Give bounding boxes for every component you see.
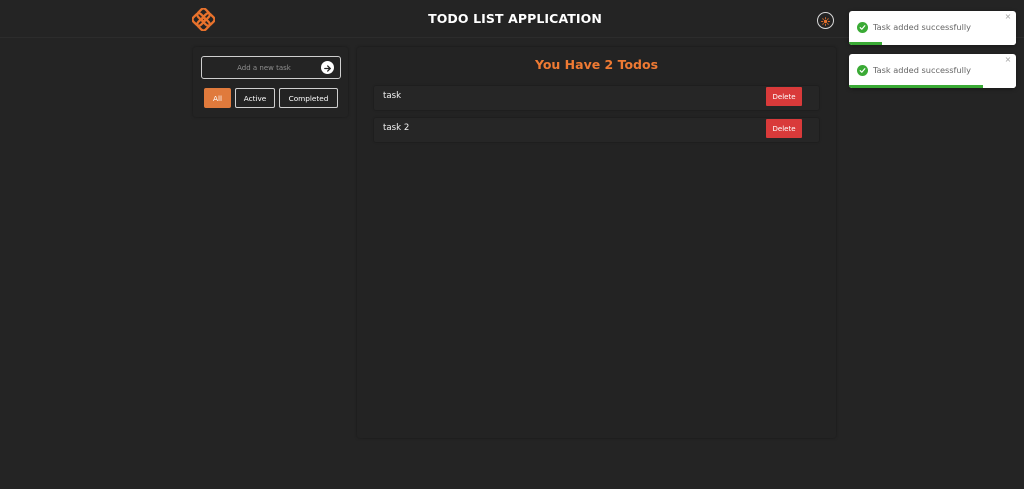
close-icon[interactable]: × (1004, 56, 1012, 64)
toast-progress-bar (849, 85, 983, 88)
todo-item[interactable]: task Delete (374, 86, 819, 110)
check-circle-icon (857, 65, 868, 76)
control-panel: All Active Completed (193, 47, 348, 117)
toast-notification[interactable]: Task added successfully × (849, 54, 1016, 88)
delete-button[interactable]: Delete (766, 119, 802, 138)
toast-progress-track (849, 85, 1016, 88)
todo-panel: You Have 2 Todos task Delete task 2 Dele… (357, 47, 836, 438)
filter-all-button[interactable]: All (204, 88, 231, 108)
task-input[interactable] (210, 60, 318, 75)
todo-app: TODO LIST APPLICATION Add a new task All… (0, 0, 1024, 489)
toast-progress-track (849, 42, 1016, 45)
toast-message: Task added successfully (873, 65, 972, 75)
toast-progress-bar (849, 42, 883, 45)
add-task-button[interactable] (321, 61, 334, 74)
toast-notification[interactable]: Task added successfully × (849, 11, 1016, 45)
theme-toggle-button[interactable] (817, 12, 834, 29)
check-circle-icon (857, 22, 868, 33)
todo-count-heading: You Have 2 Todos (534, 57, 659, 72)
sun-icon (821, 11, 830, 30)
todo-text: task 2 (383, 123, 410, 133)
task-input-container (201, 56, 341, 79)
delete-button[interactable]: Delete (766, 87, 802, 106)
todo-item[interactable]: task 2 Delete (374, 118, 819, 142)
arrow-right-icon (323, 58, 332, 77)
filter-active-button[interactable]: Active (235, 88, 275, 108)
toast-message: Task added successfully (873, 22, 972, 32)
close-icon[interactable]: × (1004, 13, 1012, 21)
todo-text: task (383, 91, 402, 101)
filter-completed-button[interactable]: Completed (279, 88, 338, 108)
